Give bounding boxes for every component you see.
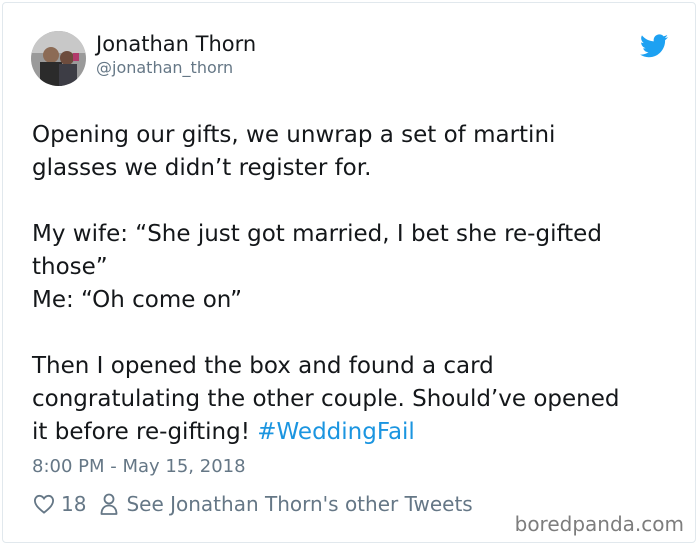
- twitter-bird-icon[interactable]: [640, 34, 668, 58]
- tweet-body-text: Opening our gifts, we unwrap a set of ma…: [32, 122, 620, 445]
- tweet-text: Opening our gifts, we unwrap a set of ma…: [32, 119, 672, 449]
- watermark: boredpanda.com: [514, 512, 684, 536]
- avatar[interactable]: [31, 31, 86, 86]
- hashtag-link[interactable]: #WeddingFail: [257, 419, 415, 445]
- person-icon: [100, 493, 118, 515]
- tweet-timestamp[interactable]: 8:00 PM - May 15, 2018: [32, 455, 246, 479]
- heart-icon[interactable]: [33, 494, 55, 514]
- author-handle[interactable]: @jonathan_thorn: [96, 58, 233, 78]
- author-name[interactable]: Jonathan Thorn: [96, 31, 256, 57]
- tweet-actions: 18 See Jonathan Thorn's other Tweets: [33, 490, 473, 518]
- see-other-tweets-link[interactable]: See Jonathan Thorn's other Tweets: [126, 492, 472, 516]
- like-count[interactable]: 18: [61, 492, 86, 516]
